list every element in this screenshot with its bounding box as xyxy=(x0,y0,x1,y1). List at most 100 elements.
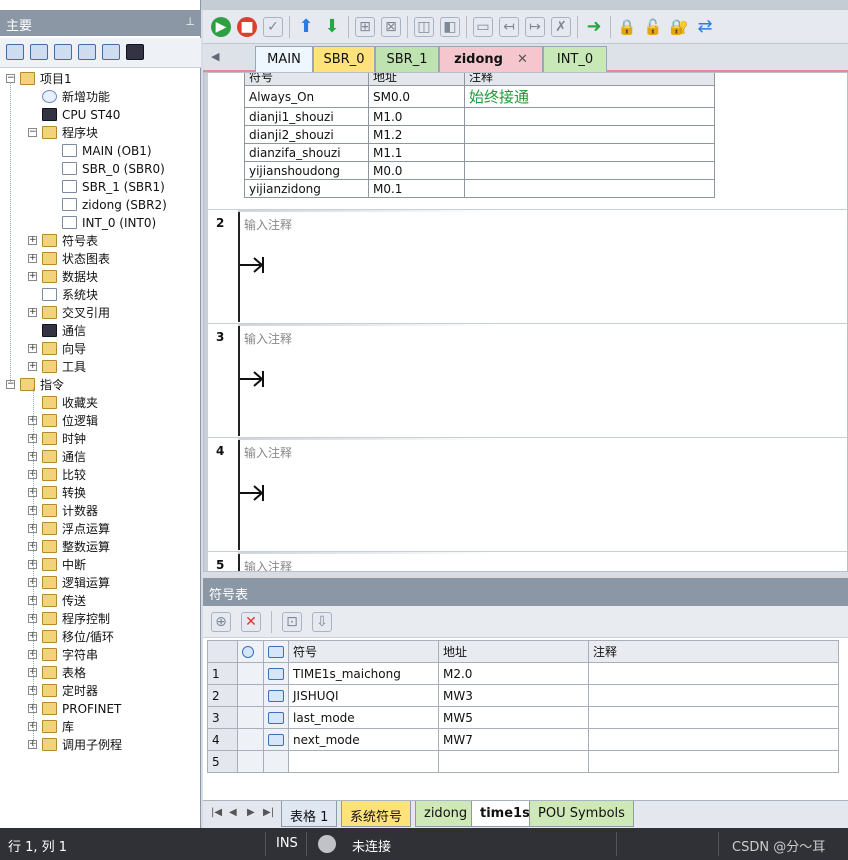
tree-item[interactable]: 通信 xyxy=(0,322,200,340)
tree-item[interactable]: 收藏夹 xyxy=(0,394,200,412)
add-row-icon[interactable]: ⊕ xyxy=(211,611,231,632)
tree-item[interactable]: + 转换 xyxy=(0,484,200,502)
sheet-tab[interactable]: 系统符号 xyxy=(341,801,412,827)
tree-item[interactable]: + 逻辑运算 xyxy=(0,574,200,592)
tree-item[interactable]: + 程序控制 xyxy=(0,610,200,628)
tree-item[interactable]: + 库 xyxy=(0,718,200,736)
tree-item[interactable]: + 传送 xyxy=(0,592,200,610)
row-number[interactable]: 1 xyxy=(207,662,238,685)
tab-sbr_0[interactable]: SBR_0 xyxy=(313,46,375,72)
branch-right-icon[interactable]: ↦ xyxy=(525,16,545,37)
expand-icon[interactable]: + xyxy=(28,236,37,245)
apply-symbols-icon[interactable]: ⇩ xyxy=(312,611,332,632)
symbol-cell[interactable]: next_mode xyxy=(288,728,439,751)
arrow-right-icon[interactable]: ⇄ xyxy=(695,16,715,37)
expand-icon[interactable]: + xyxy=(28,308,37,317)
network-4[interactable]: 4 输入注释 xyxy=(208,437,847,551)
address-cell[interactable] xyxy=(438,750,589,773)
branch-left-icon[interactable]: ↤ xyxy=(499,16,519,37)
address-cell[interactable]: MW7 xyxy=(438,728,589,751)
unlock-icon[interactable]: 🔓 xyxy=(643,16,663,37)
sheet-tab[interactable]: zidong xyxy=(415,801,477,827)
last-page-icon[interactable]: ▶| xyxy=(263,807,274,818)
tree-item[interactable]: + 字符串 xyxy=(0,646,200,664)
tree-item[interactable]: + 定时器 xyxy=(0,682,200,700)
symbol-cell[interactable]: TIME1s_maichong xyxy=(288,662,439,685)
close-tab-icon[interactable]: ✕ xyxy=(517,52,528,67)
table-row[interactable]: 4 next_mode MW7 xyxy=(207,728,839,751)
delete-branch-icon[interactable]: ✗ xyxy=(551,16,571,37)
data-icon[interactable] xyxy=(102,44,120,60)
monitor-icon[interactable]: ◫ xyxy=(414,16,434,37)
expand-icon[interactable]: + xyxy=(28,362,37,371)
table-row[interactable]: 3 last_mode MW5 xyxy=(207,706,839,729)
go-icon[interactable]: ➜ xyxy=(584,16,604,37)
tree-item[interactable]: INT_0 (INT0) xyxy=(0,214,200,232)
expand-icon[interactable]: + xyxy=(28,254,37,263)
tree-item[interactable]: MAIN (OB1) xyxy=(0,142,200,160)
tab-zidong[interactable]: zidong ✕ xyxy=(439,46,543,74)
lock-all-icon[interactable]: 🔐 xyxy=(669,16,689,37)
tree-item[interactable]: + 比较 xyxy=(0,466,200,484)
tree-item[interactable]: − 程序块 xyxy=(0,124,200,142)
tree-item[interactable]: SBR_1 (SBR1) xyxy=(0,178,200,196)
tree-item[interactable]: SBR_0 (SBR0) xyxy=(0,160,200,178)
address-cell[interactable]: M2.0 xyxy=(438,662,589,685)
delete-network-icon[interactable]: ⊠ xyxy=(381,16,401,37)
upload-icon[interactable]: ⬆ xyxy=(296,16,316,37)
lock-icon[interactable]: 🔒 xyxy=(617,16,637,37)
network-comment[interactable]: 输入注释 xyxy=(244,558,292,571)
tree-item[interactable]: − 指令 xyxy=(0,376,200,394)
tree-item[interactable]: + 符号表 xyxy=(0,232,200,250)
contact-icon[interactable]: ▭ xyxy=(473,16,493,37)
ladder-editor[interactable]: 符号 地址 注释 Always_On SM0.0 始终接通 dianji1_shouzi M1… xyxy=(203,72,848,572)
expand-icon[interactable]: + xyxy=(28,344,37,353)
comment-cell[interactable] xyxy=(588,750,839,773)
network-3[interactable]: 3 输入注释 xyxy=(208,323,847,437)
table-row[interactable]: 1 TIME1s_maichong M2.0 xyxy=(207,662,839,685)
scroll-left-icon[interactable]: ◀ xyxy=(211,50,219,63)
network-5[interactable]: 5 输入注释 xyxy=(208,551,847,571)
tree-item[interactable]: zidong (SBR2) xyxy=(0,196,200,214)
address-cell[interactable]: MW3 xyxy=(438,684,589,707)
tree-item[interactable]: + 中断 xyxy=(0,556,200,574)
sheet-tab[interactable]: 表格 1 xyxy=(281,801,338,827)
tree-item[interactable]: + 调用子例程 xyxy=(0,736,200,754)
tree-item[interactable]: + 计数器 xyxy=(0,502,200,520)
table-icon[interactable] xyxy=(30,44,48,60)
insert-network-icon[interactable]: ⊞ xyxy=(355,16,375,37)
tree-item[interactable]: + 状态图表 xyxy=(0,250,200,268)
network-comment[interactable]: 输入注释 xyxy=(244,330,292,347)
row-number[interactable]: 5 xyxy=(207,750,238,773)
tree-item[interactable]: 新增功能 xyxy=(0,88,200,106)
column-header[interactable]: 地址 xyxy=(438,640,589,663)
comment-cell[interactable] xyxy=(588,728,839,751)
monitor-stop-icon[interactable]: ◧ xyxy=(440,16,460,37)
network-comment[interactable]: 输入注释 xyxy=(244,444,292,461)
row-number[interactable]: 4 xyxy=(207,728,238,751)
first-page-icon[interactable]: |◀ xyxy=(211,807,222,818)
sheet-tab[interactable]: POU Symbols xyxy=(529,801,634,827)
symbol-cell[interactable]: last_mode xyxy=(288,706,439,729)
comment-cell[interactable] xyxy=(588,706,839,729)
expand-icon[interactable]: + xyxy=(28,272,37,281)
collapse-icon[interactable]: − xyxy=(28,128,37,137)
run-icon[interactable]: ▶ xyxy=(211,16,231,37)
column-header[interactable]: 符号 xyxy=(288,640,439,663)
symbol-cell[interactable]: JISHUQI xyxy=(288,684,439,707)
tree-item[interactable]: CPU ST40 xyxy=(0,106,200,124)
tree-item[interactable]: + 浮点运算 xyxy=(0,520,200,538)
tree-item[interactable]: − 项目1 xyxy=(0,70,200,88)
symbol-cell[interactable] xyxy=(288,750,439,773)
tree-item[interactable]: + 工具 xyxy=(0,358,200,376)
address-cell[interactable]: MW5 xyxy=(438,706,589,729)
table-row[interactable]: 2 JISHUQI MW3 xyxy=(207,684,839,707)
tab-int_0[interactable]: INT_0 xyxy=(543,46,607,72)
stop-icon[interactable]: ■ xyxy=(237,16,257,37)
tree-item[interactable]: + 向导 xyxy=(0,340,200,358)
block-icon[interactable] xyxy=(54,44,72,60)
tree-item[interactable]: + 时钟 xyxy=(0,430,200,448)
tree-item[interactable]: + 表格 xyxy=(0,664,200,682)
tree-item[interactable]: + PROFINET xyxy=(0,700,200,718)
tree-item[interactable]: + 通信 xyxy=(0,448,200,466)
